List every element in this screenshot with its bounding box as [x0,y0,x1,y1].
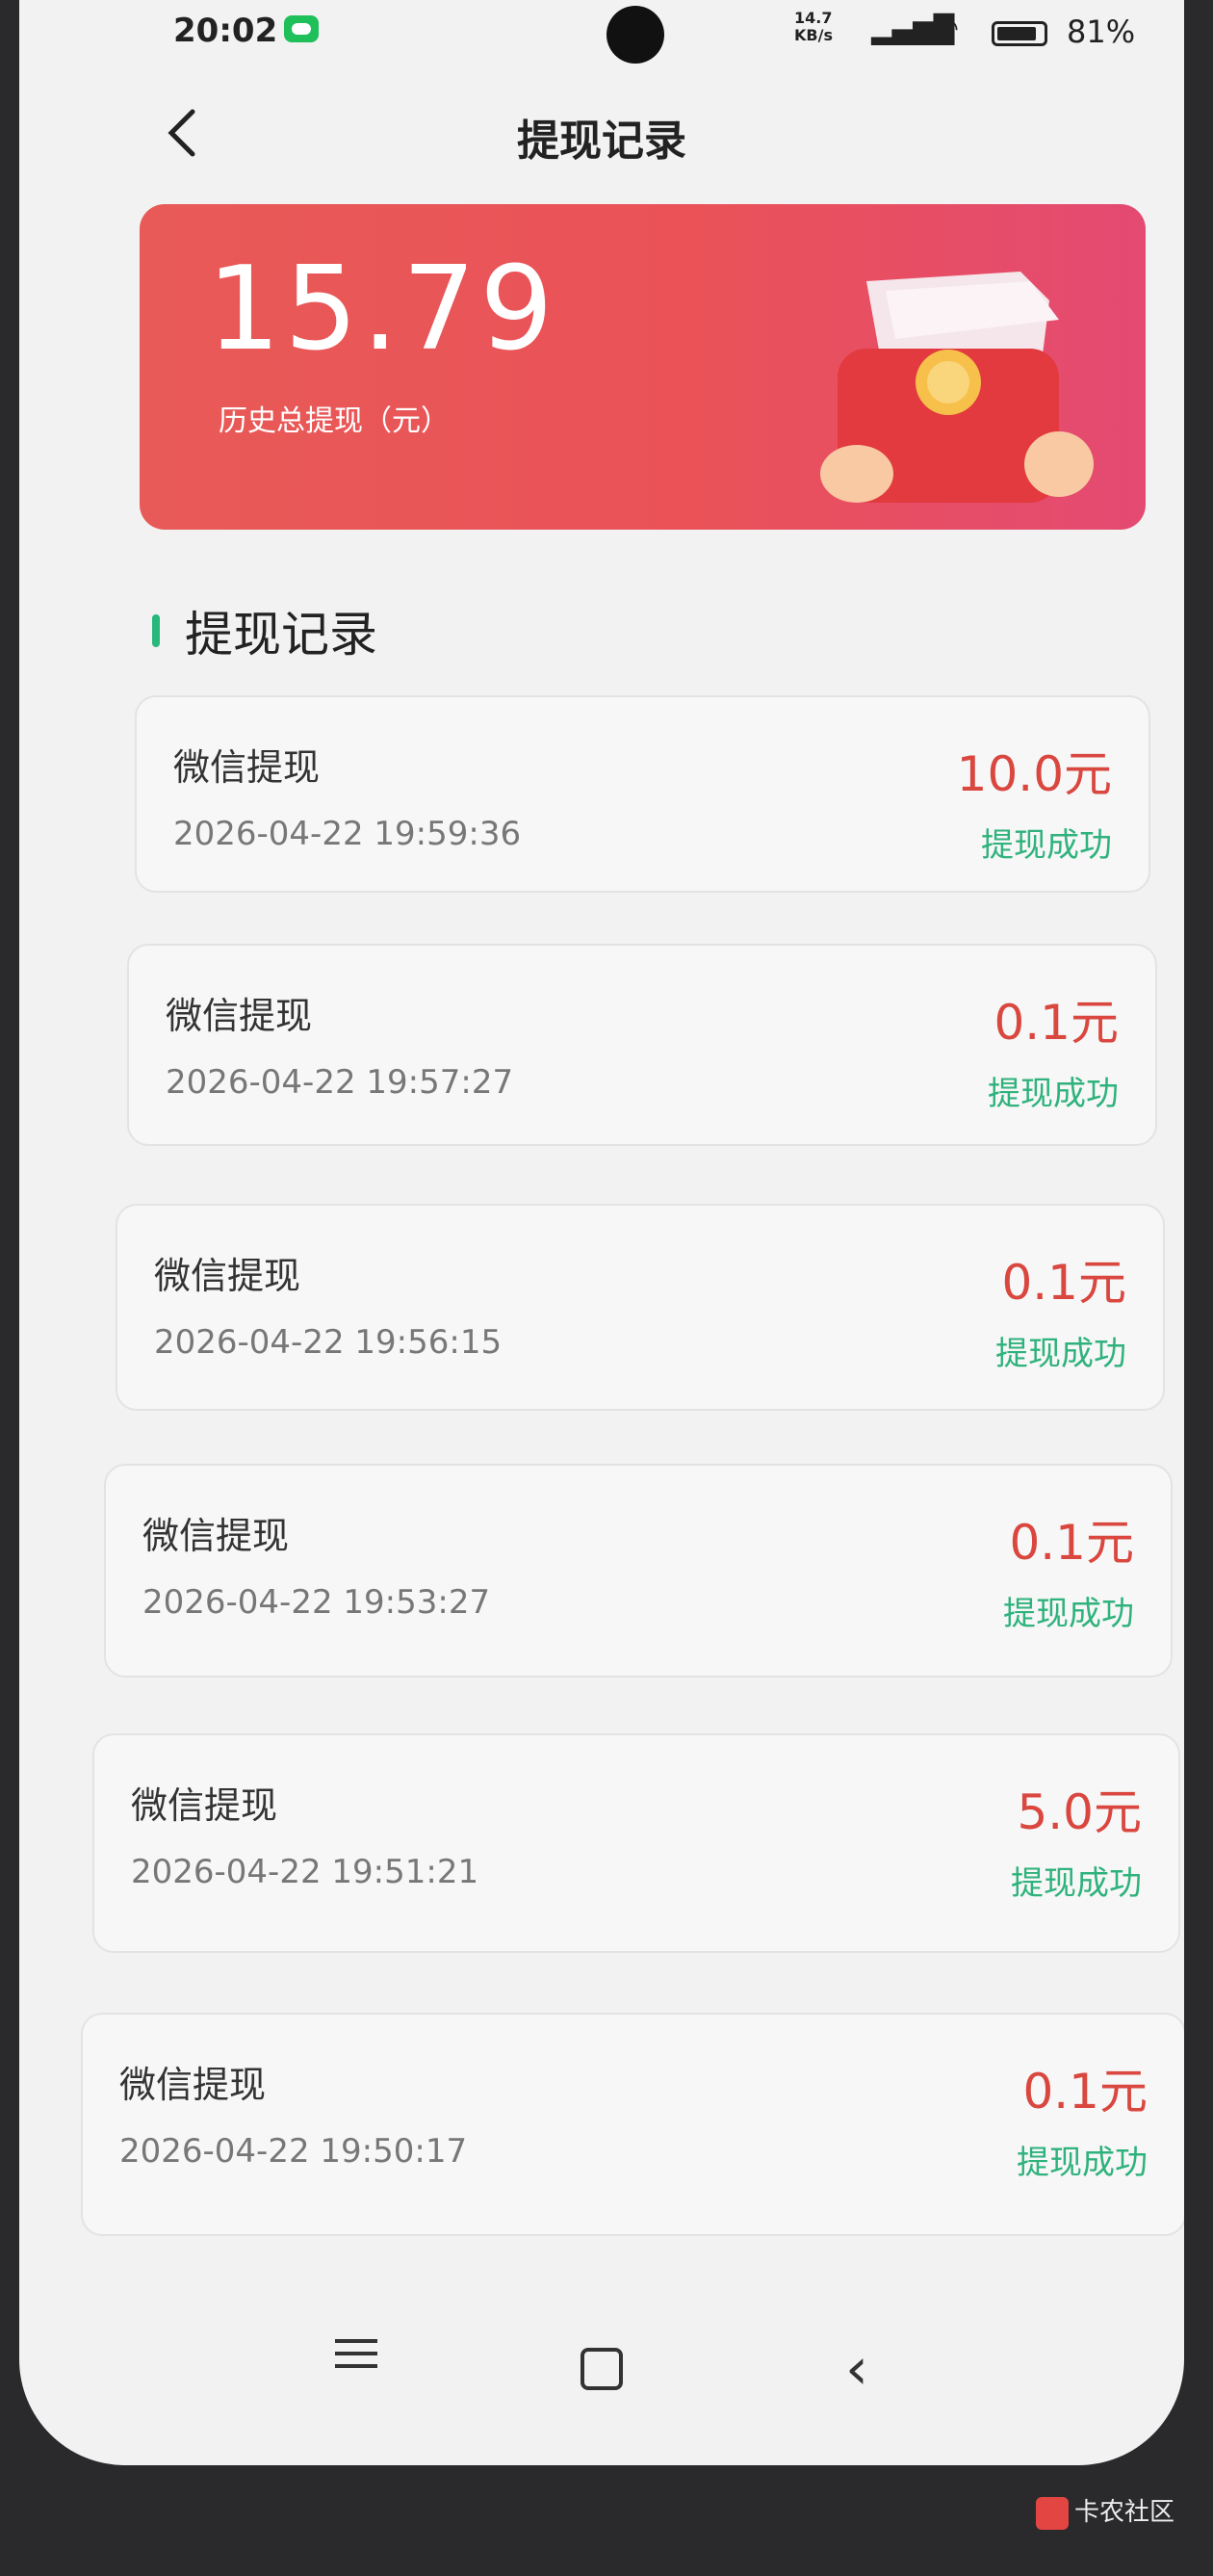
record-time: 2026-04-22 19:51:21 [131,1853,479,1891]
record-status: 提现成功 [1011,1864,1142,1903]
record-title: 微信提现 [119,2064,267,2106]
record-time: 2026-04-22 19:53:27 [142,1583,491,1622]
record-amount: 5.0元 [1017,1784,1142,1840]
record-amount: 0.1元 [1009,1515,1134,1571]
list-item[interactable]: 微信提现 2026-04-22 19:56:15 0.1元 提现成功 [116,1204,1165,1411]
record-title: 微信提现 [131,1784,278,1827]
list-item[interactable]: 微信提现 2026-04-22 19:50:17 0.1元 提现成功 [81,2013,1184,2236]
red-envelope-icon [820,272,1094,503]
record-title: 微信提现 [166,995,313,1037]
record-title: 微信提现 [142,1515,290,1557]
menu-icon[interactable] [318,2330,395,2407]
watermark-logo-icon [1035,2496,1069,2530]
record-time: 2026-04-22 19:57:27 [166,1063,514,1102]
record-amount: 10.0元 [956,746,1112,802]
list-item[interactable]: 微信提现 2026-04-22 19:51:21 5.0元 提现成功 [92,1733,1180,1953]
system-nav-bar: ‹ [19,2311,1184,2427]
front-camera [606,6,664,64]
wechat-notification-icon [284,15,319,42]
list-item[interactable]: 微信提现 2026-04-22 19:53:27 0.1元 提现成功 [104,1464,1173,1678]
page-title: 提现记录 [517,117,686,166]
battery-percent: 81% [1067,13,1136,50]
nav-bar: 提现记录 [19,77,1184,183]
record-status: 提现成功 [1017,2144,1148,2182]
status-time: 20:02 [173,12,278,50]
record-time: 2026-04-22 19:59:36 [173,815,522,853]
phone-screen: 20:02 14.7 KB/s ▂▄▆█ ◠ 81% 提现记录 15.79 历史总… [19,0,1184,2465]
record-status: 提现成功 [981,826,1112,865]
section-title-text: 提现记录 [185,607,377,663]
section-accent-bar [152,614,160,647]
watermark-text: 卡农社区 [1073,2498,1174,2527]
record-amount: 0.1元 [1022,2064,1148,2120]
record-status: 提现成功 [988,1075,1119,1113]
watermark: 卡农社区 [1035,2492,1174,2530]
record-amount: 0.1元 [1001,1255,1126,1311]
total-withdraw-banner: 15.79 历史总提现（元） [140,204,1146,530]
battery-icon [992,21,1047,46]
record-time: 2026-04-22 19:56:15 [154,1323,503,1362]
total-amount: 15.79 [207,243,557,377]
list-item[interactable]: 微信提现 2026-04-22 19:59:36 10.0元 提现成功 [135,695,1150,893]
wifi-icon: ◠ [934,12,960,45]
record-status: 提现成功 [1003,1595,1134,1633]
network-speed: 14.7 KB/s [794,9,833,44]
list-item[interactable]: 微信提现 2026-04-22 19:57:27 0.1元 提现成功 [127,944,1157,1146]
back-icon[interactable]: ‹ [818,2330,895,2407]
record-title: 微信提现 [173,746,321,789]
status-bar: 20:02 14.7 KB/s ▂▄▆█ ◠ 81% [19,0,1184,67]
home-icon[interactable] [563,2330,640,2407]
section-title: 提现记录 [152,602,377,663]
record-title: 微信提现 [154,1255,301,1297]
record-status: 提现成功 [995,1335,1126,1373]
record-amount: 0.1元 [994,995,1119,1051]
total-amount-label: 历史总提现（元） [219,404,450,438]
record-time: 2026-04-22 19:50:17 [119,2132,468,2171]
